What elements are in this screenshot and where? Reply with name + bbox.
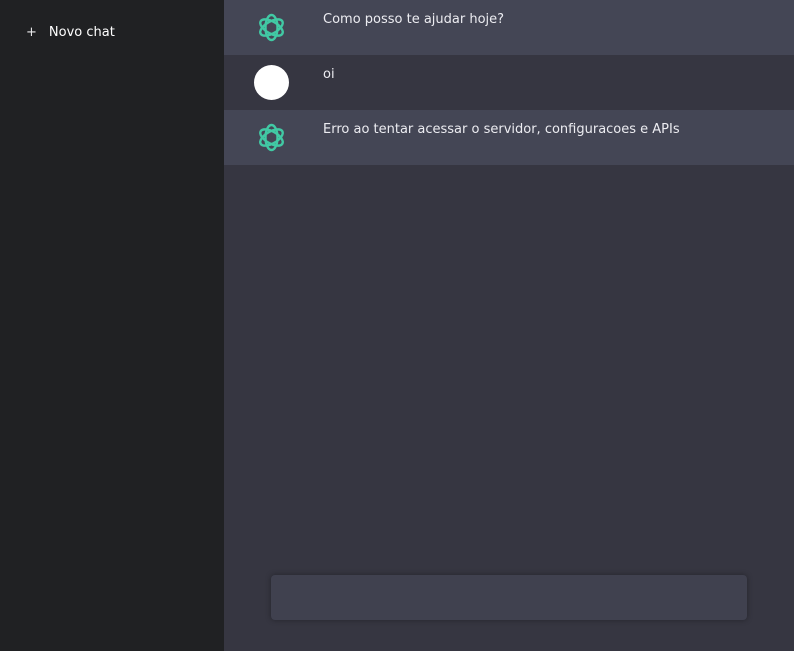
user-avatar — [254, 65, 289, 100]
new-chat-label: Novo chat — [48, 24, 115, 40]
openai-logo-icon — [254, 10, 289, 45]
chat-main: Como posso te ajudar hoje? oi Erro ao te… — [224, 0, 794, 651]
message-composer — [271, 575, 747, 620]
message-text: oi — [323, 67, 335, 82]
plus-icon: + — [26, 24, 37, 40]
message-input[interactable] — [271, 575, 747, 620]
message-row-user: oi — [224, 55, 794, 110]
message-text: Erro ao tentar acessar o servidor, confi… — [323, 122, 680, 137]
sidebar: + Novo chat — [0, 0, 224, 651]
app-window: + Novo chat Como posso te ajudar hoje? o… — [0, 0, 794, 651]
message-row-bot: Como posso te ajudar hoje? — [224, 0, 794, 55]
openai-logo-icon — [254, 120, 289, 155]
new-chat-button[interactable]: + Novo chat — [26, 22, 224, 42]
message-text: Como posso te ajudar hoje? — [323, 12, 505, 27]
message-row-bot: Erro ao tentar acessar o servidor, confi… — [224, 110, 794, 165]
